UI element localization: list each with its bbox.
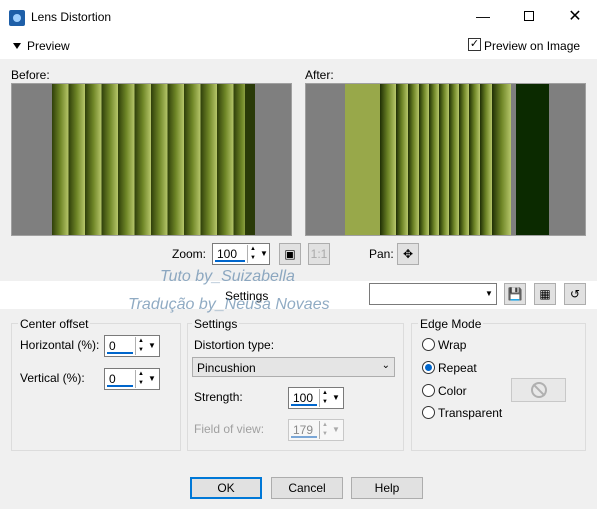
before-image	[12, 84, 291, 235]
after-stripe	[429, 84, 439, 235]
before-stripe	[184, 84, 201, 235]
horizontal-underline	[107, 352, 133, 354]
horizontal-label: Horizontal (%):	[20, 338, 100, 352]
before-stripe	[52, 84, 69, 235]
fov-value: 179	[293, 423, 314, 437]
horizontal-value: 0	[109, 339, 116, 353]
strength-label: Strength:	[194, 390, 243, 404]
zoom-label: Zoom:	[172, 247, 207, 261]
strength-spinbox[interactable]: 100 ▲ ▼ ▼	[288, 387, 344, 409]
vertical-value: 0	[109, 372, 116, 386]
after-stripe	[449, 84, 459, 235]
help-button[interactable]: Help	[351, 477, 423, 499]
before-stripe	[134, 84, 151, 235]
strength-value: 100	[293, 391, 314, 405]
fov-dropdown-arrow: ▼	[332, 425, 340, 434]
before-stripe	[200, 84, 217, 235]
no-color-icon	[530, 382, 547, 398]
preview-on-image-checkbox[interactable]: ✓	[468, 38, 481, 51]
radio-color[interactable]	[422, 384, 435, 397]
edge-mode-title: Edge Mode	[418, 317, 484, 331]
zoom-dropdown-arrow[interactable]: ▼	[258, 245, 270, 263]
after-stripe	[469, 84, 480, 235]
center-offset-title: Center offset	[18, 317, 91, 331]
close-icon[interactable]: ✕	[565, 6, 585, 26]
strength-dropdown-arrow[interactable]: ▼	[330, 389, 342, 407]
after-stripe	[419, 84, 429, 235]
before-stripe	[101, 84, 118, 235]
reset-icon[interactable]: ↺	[564, 283, 586, 305]
before-stripe	[118, 84, 135, 235]
window-title: Lens Distortion	[31, 10, 112, 24]
distortion-type-value: Pincushion	[197, 361, 256, 375]
actual-size-icon: 1:1	[308, 243, 330, 265]
before-stripe	[68, 84, 85, 235]
strength-spin-arrows[interactable]: ▲ ▼	[319, 389, 330, 407]
vertical-dropdown-arrow[interactable]: ▼	[146, 370, 158, 388]
fov-spinbox: 179 ▲ ▼ ▼	[288, 419, 344, 441]
fov-label: Field of view:	[194, 422, 265, 436]
pan-icon[interactable]: ✥	[397, 243, 419, 265]
ok-button[interactable]: OK	[190, 477, 262, 499]
zoom-value: 100	[217, 247, 238, 261]
horizontal-spin-arrows[interactable]: ▲ ▼	[135, 337, 146, 355]
radio-transparent[interactable]	[422, 406, 435, 419]
randomize-icon[interactable]: ▦	[534, 283, 556, 305]
zoom-spin-arrows[interactable]: ▲ ▼	[247, 245, 258, 263]
pan-label: Pan:	[369, 247, 394, 261]
preset-dropdown[interactable]: ▼	[369, 283, 497, 305]
distortion-type-label: Distortion type:	[194, 338, 275, 352]
watermark-line1: Tuto by_Suizabella	[160, 268, 295, 285]
vertical-underline	[107, 385, 133, 387]
before-stripe	[217, 84, 234, 235]
preview-toggle[interactable]: Preview	[27, 39, 70, 53]
after-stripe	[459, 84, 469, 235]
chevron-down-icon: ⌄	[381, 360, 390, 371]
fit-zoom-icon[interactable]: ▣	[279, 243, 301, 265]
zoom-spinbox[interactable]: 100 ▲ ▼ ▼	[212, 243, 270, 265]
strength-underline	[291, 404, 317, 406]
save-preset-icon[interactable]: 💾	[504, 283, 526, 305]
radio-wrap-label: Wrap	[438, 338, 467, 352]
before-preview[interactable]	[11, 83, 292, 236]
color-swatch	[511, 378, 566, 402]
before-stripe	[151, 84, 168, 235]
radio-repeat[interactable]	[422, 361, 435, 374]
preview-on-image-label: Preview on Image	[484, 39, 581, 53]
vertical-spinbox[interactable]: 0 ▲ ▼ ▼	[104, 368, 160, 390]
zoom-underline	[215, 260, 245, 262]
preset-dropdown-arrow[interactable]: ▼	[483, 285, 495, 303]
radio-transparent-label: Transparent	[438, 406, 503, 420]
after-label: After:	[305, 68, 334, 82]
vertical-spin-arrows[interactable]: ▲ ▼	[135, 370, 146, 388]
minimize-icon[interactable]: —	[473, 6, 493, 26]
cancel-button[interactable]: Cancel	[271, 477, 343, 499]
after-stripe	[439, 84, 449, 235]
after-stripe	[492, 84, 511, 235]
after-preview[interactable]	[305, 83, 586, 236]
fov-underline	[291, 436, 317, 438]
horizontal-dropdown-arrow[interactable]: ▼	[146, 337, 158, 355]
before-stripe	[85, 84, 102, 235]
watermark-line2: Tradução by_Neusa Novaes	[128, 296, 330, 313]
settings-title: Settings	[192, 317, 240, 331]
distortion-type-select[interactable]: Pincushion ⌄	[192, 357, 395, 377]
after-stripe	[480, 84, 492, 235]
before-label: Before:	[11, 68, 50, 82]
fov-spin-arrows: ▲ ▼	[319, 421, 330, 439]
radio-repeat-label: Repeat	[438, 361, 477, 375]
before-stripe	[167, 84, 184, 235]
after-image	[306, 84, 585, 235]
after-stripe	[396, 84, 408, 235]
after-stripe	[408, 84, 419, 235]
vertical-label: Vertical (%):	[20, 371, 85, 385]
radio-wrap[interactable]	[422, 338, 435, 351]
app-icon	[9, 10, 25, 26]
horizontal-spinbox[interactable]: 0 ▲ ▼ ▼	[104, 335, 160, 357]
after-stripe	[380, 84, 396, 235]
collapse-triangle-icon[interactable]	[13, 43, 21, 49]
radio-color-label: Color	[438, 384, 467, 398]
maximize-icon[interactable]	[519, 6, 539, 26]
